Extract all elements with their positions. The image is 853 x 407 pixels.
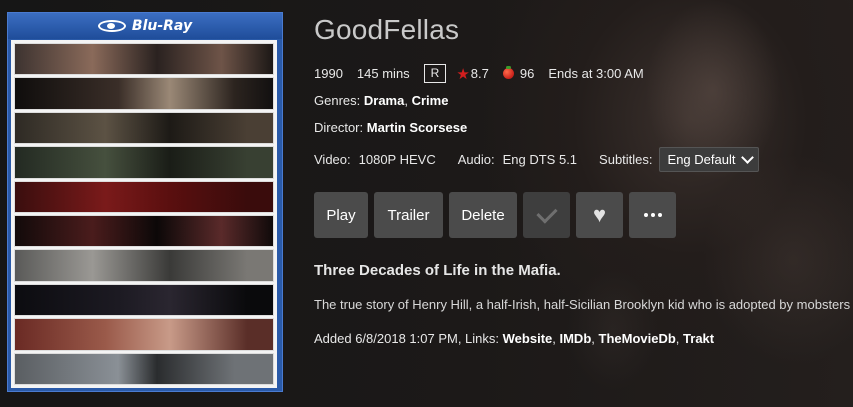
action-buttons: Play Trailer Delete ♥: [314, 192, 676, 238]
subtitles-select[interactable]: Eng Default: [658, 147, 760, 172]
poster-panel: [14, 283, 274, 317]
video-label: Video:: [314, 152, 351, 167]
mark-played-button[interactable]: [523, 192, 570, 238]
trailer-button[interactable]: Trailer: [374, 192, 443, 238]
item-details-page: Blu-Ray GoodFellas 1990 145 mins R ★ 8.7: [0, 0, 853, 407]
community-rating: 8.7: [470, 66, 489, 81]
link-website[interactable]: Website: [503, 331, 553, 346]
official-rating-badge: R: [423, 64, 447, 83]
subtitles-value: Eng Default: [667, 152, 736, 167]
link-imdb[interactable]: IMDb: [559, 331, 591, 346]
audio-label: Audio:: [457, 152, 495, 167]
year: 1990: [314, 66, 343, 81]
genres-row: Genres: Drama, Crime: [314, 93, 448, 108]
star-icon: ★: [456, 65, 470, 83]
poster-panel: [14, 146, 274, 179]
added-links-row: Added 6/8/2018 1:07 PM, Links: Website, …: [314, 331, 714, 346]
genre-link[interactable]: Drama: [364, 93, 404, 108]
poster-panel: [14, 249, 274, 282]
bluray-label: Blu-Ray: [131, 18, 193, 34]
favorite-button[interactable]: ♥: [576, 192, 623, 238]
genre-separator: ,: [404, 93, 412, 108]
check-icon: [535, 201, 558, 224]
poster-panel: [14, 43, 274, 76]
media-info-row: 1990 145 mins R ★ 8.7 96 Ends at 3:00 AM: [314, 64, 644, 83]
genres-label: Genres:: [314, 93, 361, 108]
subtitles-label: Subtitles:: [599, 152, 653, 167]
chevron-down-icon: [741, 151, 755, 164]
overview-text: The true story of Henry Hill, a half-Iri…: [314, 297, 851, 312]
link-trakt[interactable]: Trakt: [683, 331, 714, 346]
poster-panel: [14, 318, 274, 351]
end-time: Ends at 3:00 AM: [548, 66, 644, 81]
poster-panel: [14, 180, 274, 214]
video-value: 1080P HEVC: [358, 152, 436, 167]
poster-panel: [14, 352, 274, 386]
date-added: Added 6/8/2018 1:07 PM, Links:: [314, 331, 503, 346]
bluray-logo-icon: [97, 20, 126, 32]
critic-rating: 96: [519, 66, 535, 81]
poster-panel: [14, 77, 274, 110]
director-label: Director:: [314, 120, 364, 135]
heart-icon: ♥: [592, 202, 607, 227]
stream-info-row: Video: 1080P HEVC Audio: Eng DTS 5.1 Sub…: [314, 147, 760, 172]
poster-artwork: [11, 40, 277, 388]
delete-button[interactable]: Delete: [449, 192, 517, 238]
more-icon: [643, 213, 662, 217]
tagline: Three Decades of Life in the Mafia.: [314, 262, 561, 279]
more-button[interactable]: [629, 192, 676, 238]
audio-value: Eng DTS 5.1: [502, 152, 578, 167]
bluray-banner: Blu-Ray: [8, 13, 282, 39]
link-separator: ,: [675, 331, 684, 346]
movie-title: GoodFellas: [314, 14, 460, 45]
genre-link[interactable]: Crime: [412, 93, 449, 108]
runtime: 145 mins: [356, 66, 410, 81]
tomato-icon: [502, 66, 514, 79]
poster-panel: [14, 215, 274, 248]
director-link[interactable]: Martin Scorsese: [367, 120, 467, 135]
play-button[interactable]: Play: [314, 192, 368, 238]
link-themoviedb[interactable]: TheMovieDb: [599, 331, 676, 346]
poster-image[interactable]: Blu-Ray: [7, 12, 283, 392]
link-separator: ,: [591, 331, 599, 346]
director-row: Director: Martin Scorsese: [314, 120, 467, 135]
poster-panel: [14, 111, 274, 145]
